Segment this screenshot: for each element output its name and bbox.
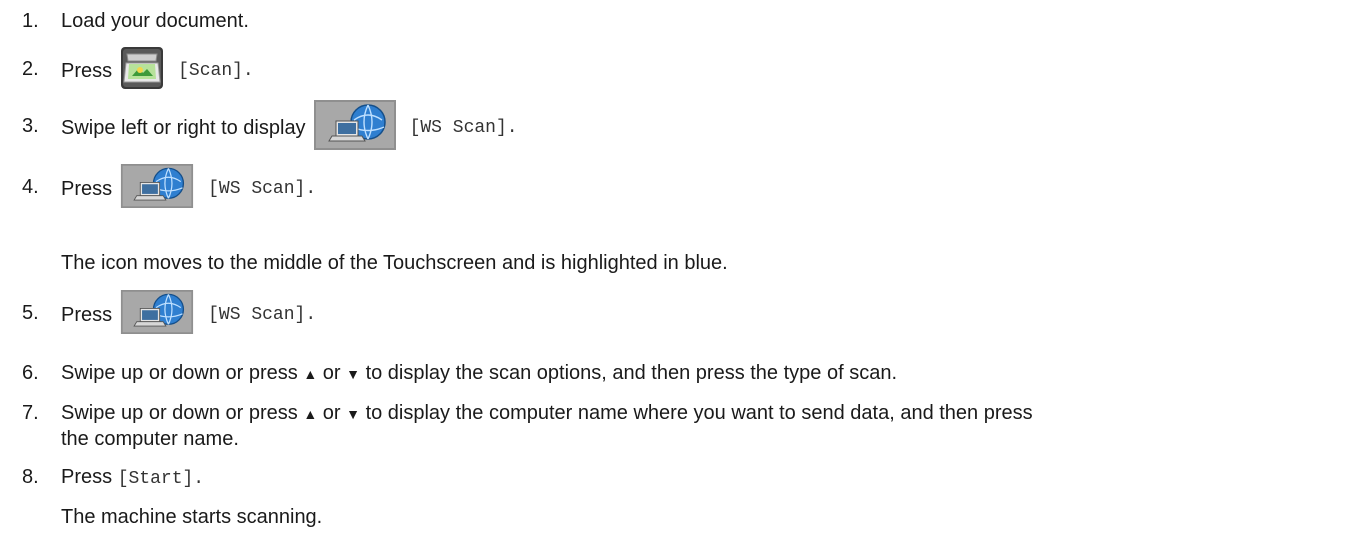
step-text: to display the computer name where you w… (365, 402, 1033, 424)
step-8-note: The machine starts scanning. (61, 506, 323, 528)
step-line: Press [WS Scan]. (61, 164, 316, 214)
step-number: 1. (22, 10, 39, 32)
step-number: 3. (22, 115, 39, 137)
step-number: 6. (22, 362, 39, 384)
ws-scan-icon (120, 164, 194, 214)
step-text: Press (61, 59, 113, 82)
step-text: Swipe left or right to display (61, 116, 306, 139)
step-text: Press (61, 303, 113, 326)
step-number: 7. (22, 402, 39, 424)
instruction-steps: 1. Load your document. 2. Press [Scan]. (0, 0, 1346, 544)
step-text: Swipe up or down or press (61, 402, 298, 424)
step-line: Press [Start]. (61, 466, 204, 489)
step-line: Swipe left or right to display [WS Scan]… (61, 100, 518, 156)
step-text: Load your document. (61, 10, 249, 32)
scan-label: [Scan]. (178, 61, 254, 81)
ws-scan-label: [WS Scan]. (208, 305, 317, 325)
up-arrow-icon: ▲ (303, 406, 318, 422)
or-text: or (322, 402, 341, 424)
step-number: 8. (22, 466, 39, 488)
ws-scan-label: [WS Scan]. (409, 118, 518, 138)
step-line: Press [Scan]. (61, 46, 254, 96)
ws-scan-icon (120, 290, 194, 340)
step-7-continuation: the computer name. (61, 428, 239, 450)
step-number: 4. (22, 176, 39, 198)
ws-scan-icon (313, 100, 396, 156)
up-arrow-icon: ▲ (303, 366, 318, 382)
step-text: Press (61, 466, 113, 488)
start-label: [Start]. (117, 469, 205, 489)
scan-icon (120, 46, 164, 96)
or-text: or (322, 362, 341, 384)
step-line: Swipe up or down or press ▲ or ▼ to disp… (61, 362, 897, 385)
step-4-note: The icon moves to the middle of the Touc… (61, 252, 728, 274)
step-text: to display the scan options, and then pr… (365, 362, 898, 384)
ws-scan-label: [WS Scan]. (208, 179, 317, 199)
step-number: 5. (22, 302, 39, 324)
step-text: Press (61, 177, 113, 200)
down-arrow-icon: ▼ (346, 366, 360, 382)
down-arrow-icon: ▼ (346, 406, 360, 422)
step-text: Swipe up or down or press (61, 362, 298, 384)
step-line: Press [WS Scan]. (61, 290, 316, 340)
step-line: Swipe up or down or press ▲ or ▼ to disp… (61, 402, 1033, 425)
step-number: 2. (22, 58, 39, 80)
